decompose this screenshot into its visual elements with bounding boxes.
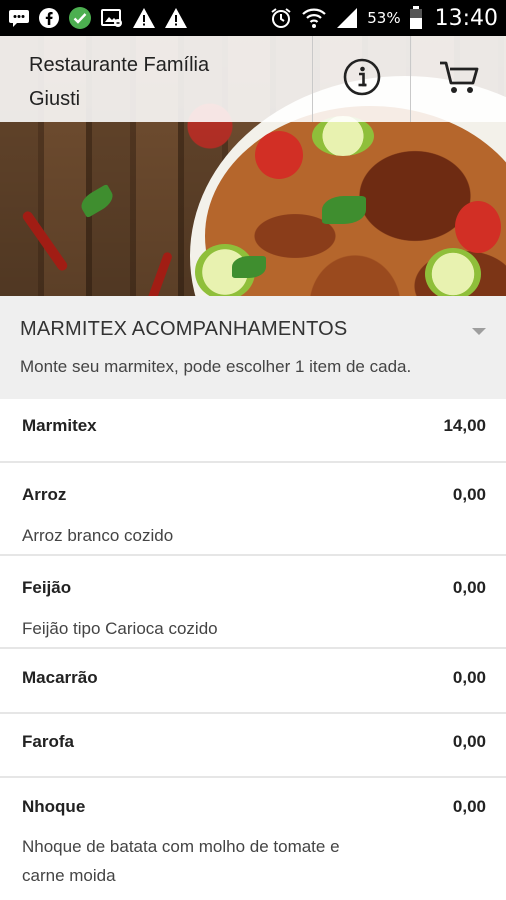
wifi-icon: [301, 7, 327, 29]
item-price: 0,00: [452, 732, 486, 751]
check-circle-icon: [68, 6, 92, 30]
info-button[interactable]: [312, 36, 410, 122]
item-description: carne moida: [22, 866, 116, 885]
category-title: MARMITEX ACOMPANHAMENTOS: [20, 318, 348, 340]
lime-decoration: [312, 116, 374, 156]
image-icon: [100, 7, 124, 29]
battery-percent: 53%: [367, 9, 401, 27]
restaurant-name-line2: Giusti: [29, 88, 81, 110]
signal-icon: [335, 7, 359, 29]
battery-icon: [409, 6, 423, 30]
menu-items-list: Marmitex 14,00 Arroz 0,00 Arroz branco c…: [0, 399, 506, 900]
header-bar: Restaurante Família Giusti: [0, 36, 506, 122]
item-name: Arroz: [22, 485, 67, 504]
restaurant-name-line1: Restaurante Família: [29, 54, 210, 76]
item-price: 0,00: [452, 668, 486, 687]
lime-decoration: [425, 248, 481, 296]
item-price: 14,00: [443, 416, 486, 435]
item-price: 0,00: [452, 797, 486, 816]
tomato-decoration: [255, 131, 303, 179]
item-description: Nhoque de batata com molho de tomate e: [22, 837, 340, 856]
herb-decoration: [232, 256, 266, 278]
item-name: Macarrão: [22, 668, 98, 687]
item-price: 0,00: [452, 578, 486, 597]
facebook-icon: [38, 7, 60, 29]
menu-item[interactable]: Arroz 0,00 Arroz branco cozido: [0, 463, 506, 556]
cart-icon: [438, 59, 480, 99]
chevron-down-icon[interactable]: [472, 328, 486, 335]
menu-item[interactable]: Feijão 0,00 Feijão tipo Carioca cozido: [0, 556, 506, 649]
herb-decoration: [322, 196, 366, 224]
hero-banner: Restaurante Família Giusti: [0, 36, 506, 296]
clock: 13:40: [434, 5, 498, 31]
info-icon: [342, 57, 382, 101]
status-bar: 53% 13:40: [0, 0, 506, 36]
alarm-icon: [269, 6, 293, 30]
cart-button[interactable]: [410, 36, 506, 122]
item-name: Nhoque: [22, 797, 86, 816]
restaurant-name: Restaurante Família Giusti: [0, 36, 312, 122]
category-header[interactable]: MARMITEX ACOMPANHAMENTOS Monte seu marmi…: [0, 296, 506, 399]
message-icon: [8, 8, 30, 28]
category-subtitle: Monte seu marmitex, pode escolher 1 item…: [20, 357, 412, 376]
warning-icon: [164, 7, 188, 29]
menu-item[interactable]: Macarrão 0,00: [0, 649, 506, 714]
item-name: Farofa: [22, 732, 74, 751]
menu-item[interactable]: Marmitex 14,00: [0, 399, 506, 463]
item-price: 0,00: [452, 485, 486, 504]
menu-item[interactable]: Nhoque 0,00 Nhoque de batata com molho d…: [0, 778, 506, 900]
item-description: Feijão tipo Carioca cozido: [22, 619, 218, 638]
item-description: Arroz branco cozido: [22, 526, 174, 545]
item-name: Feijão: [22, 578, 72, 597]
item-name: Marmitex: [22, 416, 97, 435]
menu-item[interactable]: Farofa 0,00: [0, 714, 506, 778]
tomato-decoration: [455, 201, 501, 253]
warning-icon: [132, 7, 156, 29]
